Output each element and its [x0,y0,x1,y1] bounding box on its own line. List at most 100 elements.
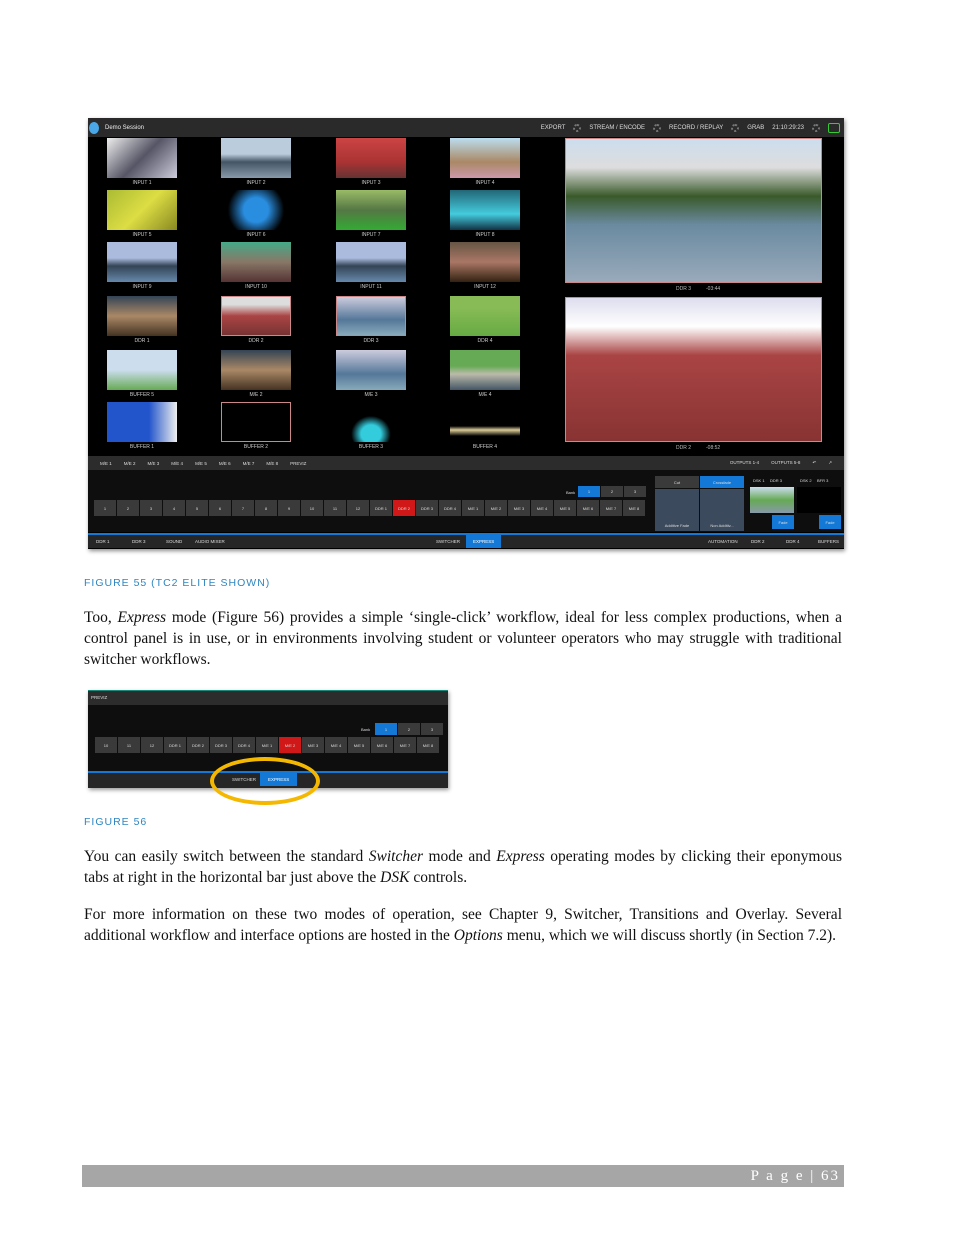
gear-icon[interactable] [653,123,662,132]
source-button[interactable]: 8 [255,500,277,516]
source-button[interactable]: DDR 3 [416,500,438,516]
bottom-tab[interactable]: AUDIO MIXER [195,539,225,544]
source-thumbnail[interactable] [221,296,291,336]
source-button[interactable]: DDR 4 [233,737,255,753]
bottom-tab[interactable]: DDR 2 [751,539,765,544]
source-button[interactable]: 4 [163,500,185,516]
source-button[interactable]: M/E 6 [577,500,599,516]
source-button[interactable]: 1 [94,500,116,516]
source-thumbnail[interactable] [107,190,177,230]
pin-icon[interactable]: ↗ [822,460,838,466]
non-additive-button[interactable]: Non Additiv... [700,489,744,531]
preview-monitor[interactable] [565,138,822,283]
tab-express[interactable]: EXPRESS [466,535,502,548]
tab-outputs[interactable]: OUTPUTS 1-4 [724,460,765,466]
source-thumbnail[interactable] [450,296,520,336]
tab-me3[interactable]: M/E 3 [142,461,166,466]
source-thumbnail[interactable] [107,242,177,282]
dsk-thumbnail[interactable] [750,487,794,513]
tab-me8[interactable]: M/E 8 [260,461,284,466]
source-thumbnail[interactable] [336,296,406,336]
source-button[interactable]: M/E 7 [394,737,416,753]
tab-me1[interactable]: M/E 1 [94,461,118,466]
dsk-fade-button[interactable]: Fade [819,515,841,529]
dsk-thumbnail[interactable] [797,487,841,513]
tab-previz[interactable]: PREVIZ [91,695,107,700]
source-button[interactable]: M/E 4 [531,500,553,516]
source-thumbnail[interactable] [450,242,520,282]
source-thumbnail[interactable] [107,138,177,178]
notifications-icon[interactable] [828,122,840,133]
source-thumbnail[interactable] [336,242,406,282]
titlebar-item-2[interactable]: RECORD / REPLAY [669,125,723,131]
source-thumbnail[interactable] [450,138,520,178]
tab-switcher[interactable]: SWITCHER [436,539,460,544]
bottom-tab[interactable]: BUFFERS [818,539,839,544]
source-thumbnail[interactable] [336,138,406,178]
source-button[interactable]: M/E 1 [256,737,278,753]
source-thumbnail[interactable] [107,350,177,390]
source-thumbnail[interactable] [336,402,406,442]
source-thumbnail[interactable] [221,190,291,230]
source-button[interactable]: M/E 3 [302,737,324,753]
source-thumbnail[interactable] [336,190,406,230]
source-thumbnail[interactable] [221,350,291,390]
bank-button[interactable]: 2 [601,486,623,497]
source-thumbnail[interactable] [450,402,520,442]
source-button[interactable]: M/E 1 [462,500,484,516]
source-button[interactable]: 10 [95,737,117,753]
dsk-source[interactable]: BFR 3 [817,478,828,483]
tab-me7[interactable]: M/E 7 [237,461,261,466]
titlebar-item-3[interactable]: GRAB [747,125,764,131]
additive-fade-button[interactable]: Additive Fade [655,489,699,531]
tab-me4[interactable]: M/E 4 [165,461,189,466]
source-thumbnail[interactable] [450,350,520,390]
tab-me2[interactable]: M/E 2 [118,461,142,466]
bottom-tab[interactable]: AUTOMATION [708,539,738,544]
tab-previz[interactable]: PREVIZ [284,461,312,466]
source-button[interactable]: M/E 2 [279,737,301,753]
source-button[interactable]: M/E 6 [371,737,393,753]
source-button[interactable]: M/E 4 [325,737,347,753]
bank-button[interactable]: 3 [421,723,443,735]
source-button[interactable]: M/E 3 [508,500,530,516]
source-button[interactable]: 5 [186,500,208,516]
source-button[interactable]: M/E 2 [485,500,507,516]
source-button[interactable]: DDR 2 [187,737,209,753]
source-button[interactable]: 7 [232,500,254,516]
source-thumbnail[interactable] [221,138,291,178]
bank-button[interactable]: 3 [624,486,646,497]
source-thumbnail[interactable] [221,402,291,442]
bank-button[interactable]: 2 [398,723,420,735]
source-button[interactable]: DDR 1 [164,737,186,753]
crossfade-button[interactable]: Crossfade [700,476,744,488]
source-thumbnail[interactable] [450,190,520,230]
tab-me6[interactable]: M/E 6 [213,461,237,466]
source-button[interactable]: 10 [301,500,323,516]
gear-icon[interactable] [812,123,820,132]
source-button[interactable]: DDR 1 [370,500,392,516]
dsk-source[interactable]: DDR 3 [770,478,782,483]
source-button[interactable]: 11 [118,737,140,753]
source-button[interactable]: M/E 7 [600,500,622,516]
source-button[interactable]: DDR 3 [210,737,232,753]
bottom-tab[interactable]: DDR 4 [786,539,800,544]
bank-button[interactable]: 1 [375,723,397,735]
program-monitor[interactable] [565,297,822,442]
source-button[interactable]: 2 [117,500,139,516]
source-thumbnail[interactable] [107,296,177,336]
titlebar-item-1[interactable]: STREAM / ENCODE [589,125,645,131]
tab-outputs[interactable]: OUTPUTS 5-8 [765,460,806,466]
bottom-tab[interactable]: DDR 1 [96,539,110,544]
source-button[interactable]: DDR 4 [439,500,461,516]
source-button[interactable]: M/E 8 [417,737,439,753]
source-button[interactable]: 6 [209,500,231,516]
source-button[interactable]: M/E 5 [554,500,576,516]
source-button[interactable]: DDR 2 [393,500,415,516]
source-button[interactable]: 12 [141,737,163,753]
source-button[interactable]: M/E 8 [623,500,645,516]
source-thumbnail[interactable] [221,242,291,282]
titlebar-item-0[interactable]: EXPORT [541,125,566,131]
source-button[interactable]: 3 [140,500,162,516]
source-thumbnail[interactable] [336,350,406,390]
